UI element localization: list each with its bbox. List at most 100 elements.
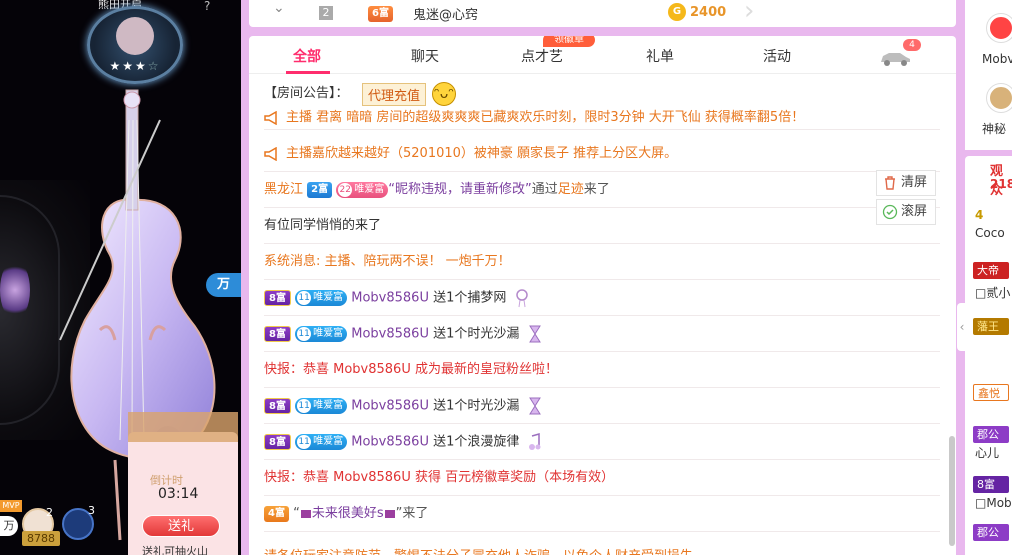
gift-sender[interactable]: Mobv8586U	[351, 291, 429, 306]
active-tab-underline	[286, 71, 330, 74]
list-item: 快报：恭喜 Mobv8586U 获得 百元榜徽章奖励（本场有效）	[264, 460, 940, 496]
tab-activity[interactable]: 活动	[763, 46, 791, 66]
right-sidebar: Mobv 神秘 观众 218 4 Coco 大帝 □贰小 藩王 鑫悦 郡公 心儿…	[965, 0, 1012, 555]
love-badge: 11 唯爱富	[295, 398, 348, 414]
list-item: 黑龙江 2富 22 唯爱富 “昵称违规，请重新修改”通过足迹来了	[264, 172, 940, 208]
audience-count: 8788	[22, 531, 60, 546]
horn-icon	[264, 110, 277, 125]
stars-filled: ★★★	[109, 59, 148, 73]
send-gift-button[interactable]: 送礼	[142, 515, 220, 537]
chat-panel[interactable]: 全部 聊天 点才艺 领徽章 礼单 活动 4 【房间公告】： 代理充值 ᵔᴗᵔ 主…	[249, 36, 956, 555]
rank-row[interactable]: ⌄ 2 6富 鬼迷@心窍 G 2400 ›	[249, 0, 956, 27]
audience-name[interactable]: Coco	[975, 226, 1012, 240]
user-name[interactable]: Mobv	[982, 52, 1012, 66]
anchor-portrait	[116, 17, 154, 55]
audience-name[interactable]: □贰小	[975, 284, 1012, 301]
tab-all[interactable]: 全部	[293, 46, 321, 66]
hourglass-gift-icon	[528, 325, 541, 343]
wealth-badge: 8富	[973, 476, 1009, 493]
rank-number: 2	[319, 6, 333, 20]
check-circle-icon	[882, 204, 898, 220]
level-stars: ★★★☆	[104, 59, 166, 73]
gift-sender[interactable]: Mobv8586U	[351, 435, 429, 450]
mvp-tag: MVP	[0, 500, 22, 512]
news-message: 快报：恭喜 Mobv8586U 获得 百元榜徽章奖励（本场有效）	[264, 470, 615, 485]
list-item: 8富 11 唯爱富 Mobv8586U 送1个时光沙漏	[264, 388, 940, 424]
news-message: 快报：恭喜 Mobv8586U 成为最新的皇冠粉丝啦！	[264, 362, 558, 377]
send-gift-hint: 送礼可抽火山	[142, 545, 208, 555]
chat-tabs: 全部 聊天 点才艺 领徽章 礼单 活动 4	[249, 36, 956, 74]
tab-chat[interactable]: 聊天	[411, 46, 439, 66]
chevron-down-icon[interactable]: ⌄	[273, 0, 285, 16]
melody-gift-icon	[528, 433, 541, 450]
arrival-username[interactable]: 未来很美好s	[312, 506, 384, 521]
audience-name[interactable]: 心儿	[975, 444, 1012, 461]
live-stage[interactable]: 熊田开启 ? ★★★☆ 万 倒计时 03:14 送礼 送礼可抽火山 MVP 万 …	[0, 0, 241, 555]
system-message: 有位同学悄悄的来了	[264, 218, 382, 233]
list-item: 8富 11 唯爱富 Mobv8586U 送1个捕梦网	[264, 280, 940, 316]
chat-scrollbar[interactable]	[949, 436, 955, 546]
wan-tag: 万	[0, 516, 18, 536]
horn-icon	[264, 146, 277, 161]
tab-gifts[interactable]: 礼单	[646, 46, 674, 66]
clear-screen-button[interactable]: 清屏	[876, 170, 936, 196]
rank-username[interactable]: 鬼迷@心窍	[413, 4, 478, 23]
system-message: 系统消息: 主播、陪玩两不误！ 一炮千万！	[264, 254, 511, 269]
noble-badge: 鑫悦	[973, 384, 1009, 401]
anchor-level-badge[interactable]: ★★★☆	[87, 6, 183, 84]
wealth-badge: 4富	[264, 505, 289, 522]
room-notice-label: 【房间公告】：	[264, 86, 349, 101]
audience-name[interactable]: □Mob	[975, 496, 1012, 510]
list-item: 主播 君离 暗暗 房间的超级爽爽爽已藏爽欢乐时刻，限时3分钟 大开飞仙 获得概率…	[264, 108, 940, 130]
tab-talent[interactable]: 点才艺	[521, 46, 563, 66]
broadcast-message: 主播 君离 暗暗 房间的超级爽爽爽已藏爽欢乐时刻，限时3分钟 大开飞仙 获得概率…	[286, 110, 805, 125]
wan-badge[interactable]: 万	[206, 273, 241, 297]
audience-count-number: 218	[990, 177, 1012, 191]
gift-text: 送1个时光沙漏	[433, 326, 520, 342]
audience-rank-2: 2	[46, 506, 53, 519]
trace-link[interactable]: 足迹	[558, 182, 584, 197]
gift-text: 送1个浪漫旋律	[433, 434, 520, 450]
clear-screen-label: 清屏	[901, 175, 928, 190]
avatar[interactable]	[987, 14, 1012, 42]
wealth-badge: 6富	[368, 6, 393, 22]
nickname-quote: “昵称违规，请重新修改”	[388, 182, 532, 197]
noble-badge: 大帝	[973, 262, 1009, 279]
trash-icon	[885, 176, 895, 190]
name-decoration-icon	[384, 509, 395, 518]
list-item: 8富 11 唯爱富 Mobv8586U 送1个时光沙漏	[264, 316, 940, 352]
noble-badge: 郡公	[973, 426, 1009, 443]
avatar[interactable]	[987, 84, 1012, 112]
gift-text: 送1个捕梦网	[433, 290, 507, 306]
list-item: 8富 11 唯爱富 Mobv8586U 送1个浪漫旋律	[264, 424, 940, 460]
gift-sender[interactable]: Mobv8586U	[351, 399, 429, 414]
wealth-badge: 8富	[264, 290, 291, 306]
car-icon[interactable]	[878, 50, 912, 66]
dreamcatcher-gift-icon	[515, 289, 528, 308]
countdown-header	[128, 412, 238, 442]
agent-recharge-button[interactable]: 代理充值	[362, 83, 427, 106]
coin-icon: G	[668, 3, 686, 21]
user-region-name[interactable]: 黑龙江	[264, 182, 303, 197]
list-item: 系统消息: 主播、陪玩两不误！ 一炮千万！	[264, 244, 940, 280]
love-badge: 11 唯爱富	[295, 326, 348, 342]
love-badge: 22 唯爱富	[336, 181, 389, 198]
flower-decoration	[0, 260, 30, 320]
coin-amount: 2400	[690, 5, 727, 20]
auto-scroll-button[interactable]: 滚屏	[876, 199, 936, 225]
list-item: 快报：恭喜 Mobv8586U 成为最新的皇冠粉丝啦！	[264, 352, 940, 388]
love-badge: 11 唯爱富	[295, 434, 348, 450]
safety-notice: 请各位玩家注意防范，警惕不法分子冒充他人诈骗，以免个人财产受到损失	[264, 545, 693, 555]
gift-text: 送1个时光沙漏	[433, 398, 520, 414]
wealth-badge: 8富	[264, 434, 291, 450]
wealth-badge: 8富	[264, 326, 291, 342]
noble-badge: 郡公	[973, 524, 1009, 541]
audience-rank-3: 3	[88, 504, 95, 517]
noble-badge: 藩王	[973, 318, 1009, 335]
gift-sender[interactable]: Mobv8586U	[351, 327, 429, 342]
panel-gap	[241, 0, 248, 555]
online-users: Mobv 神秘	[965, 0, 1012, 150]
help-icon[interactable]: ?	[204, 0, 210, 13]
wealth-badge: 2富	[307, 181, 333, 198]
user-name[interactable]: 神秘	[982, 120, 1006, 137]
